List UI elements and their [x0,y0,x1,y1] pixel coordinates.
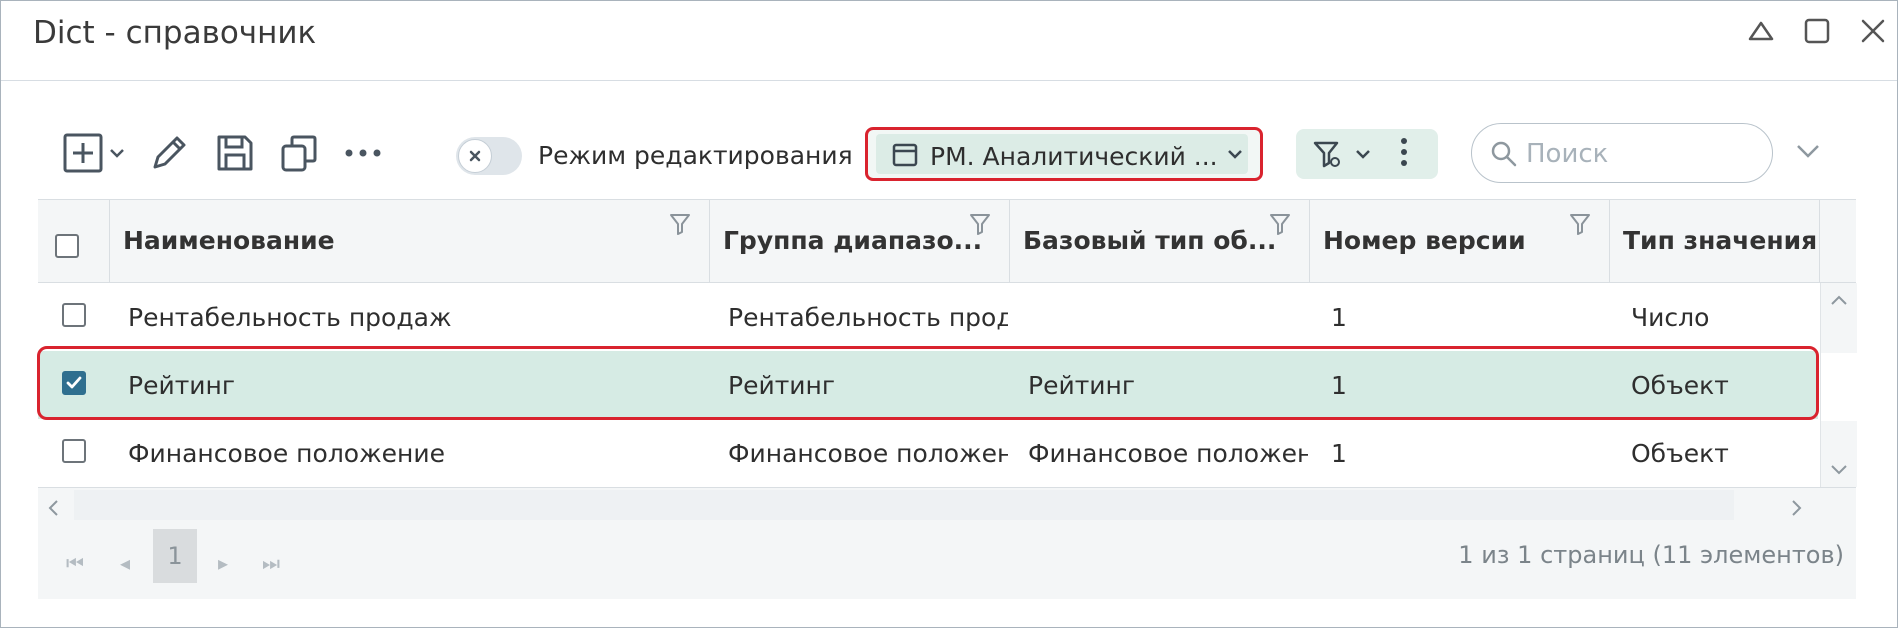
row-checkbox[interactable] [62,371,86,395]
cell-version: 1 [1331,371,1347,400]
edit-mode-label: Режим редактирования [538,141,853,170]
cell-base-type: Рейтинг [1028,371,1135,400]
horizontal-scroll-thumb[interactable] [74,490,1734,520]
collapse-icon[interactable] [1741,11,1781,51]
column-header-label: Группа диапазо... [723,226,983,255]
row-checkbox[interactable] [62,303,86,327]
grid-body: Рентабельность продаж Рентабельность про… [38,283,1818,487]
checkmark-icon [66,376,82,389]
vertical-scroll-thumb[interactable] [1821,353,1857,421]
select-all-cell [38,200,110,282]
table-row[interactable]: Рейтинг Рейтинг Рейтинг 1 Объект [38,351,1818,419]
cell-name: Финансовое положение [128,439,445,468]
column-filter-icon[interactable] [1269,212,1291,240]
data-grid: Наименование Группа диапазо... Базовый т… [37,199,1857,599]
kebab-menu-icon[interactable] [1400,137,1420,171]
edit-icon[interactable] [147,131,191,175]
cell-value-type: Объект [1631,439,1729,468]
view-selector-body: РМ. Аналитический ... [876,134,1248,174]
cell-name: Рейтинг [128,371,235,400]
column-header-base-type[interactable]: Базовый тип об... [1010,200,1310,282]
prev-page-icon[interactable]: ◂ [120,551,130,575]
select-all-checkbox[interactable] [55,234,79,258]
view-selector-label: РМ. Аналитический ... [930,142,1218,171]
next-page-icon[interactable]: ▸ [218,551,228,575]
chevron-down-icon[interactable] [107,131,127,175]
column-header-value-type[interactable]: Тип значения [1610,200,1820,282]
edit-mode-toggle[interactable] [456,137,522,175]
cell-value-type: Число [1631,303,1710,332]
column-filter-icon[interactable] [1569,212,1591,240]
search-box [1471,123,1773,183]
cell-range-group: Финансовое положение [728,439,1008,468]
window-view-icon [892,143,918,167]
search-icon [1491,141,1517,167]
filter-settings-icon[interactable] [1312,139,1342,169]
column-filter-icon[interactable] [969,212,991,240]
pager: ⏮ ◂ 1 ▸ ⏭ 1 из 1 страниц (11 элементов) [38,523,1856,599]
copy-icon[interactable] [277,131,321,175]
last-page-icon[interactable]: ⏭ [262,551,280,575]
scroll-left-icon[interactable] [46,498,60,518]
chevron-down-icon [1228,150,1242,159]
dictionary-window: Dict - справочник Режим редактирования Р… [0,0,1898,628]
cell-name: Рентабельность продаж [128,303,452,332]
add-icon[interactable] [61,131,105,175]
window-title: Dict - справочник [33,15,317,51]
column-header-version[interactable]: Номер версии [1310,200,1610,282]
toolbar: Режим редактирования РМ. Аналитический .… [1,119,1897,195]
table-row[interactable]: Финансовое положение Финансовое положени… [38,419,1818,487]
column-header-label: Номер версии [1323,226,1526,255]
column-header-label: Наименование [123,226,335,255]
column-header-name[interactable]: Наименование [110,200,710,282]
title-bar: Dict - справочник [1,1,1897,81]
view-selector-dropdown[interactable]: РМ. Аналитический ... [865,127,1263,181]
column-filter-icon[interactable] [669,212,691,240]
horizontal-scrollbar[interactable] [38,487,1856,524]
table-row[interactable]: Рентабельность продаж Рентабельность про… [38,283,1818,351]
expand-chevron-icon[interactable] [1795,143,1825,167]
first-page-icon[interactable]: ⏮ [66,551,84,575]
cell-base-type: Финансовое положение [1028,439,1308,468]
filter-settings-group [1296,129,1438,179]
chevron-down-icon[interactable] [1354,145,1374,165]
column-header-label: Базовый тип об... [1023,226,1277,255]
scroll-right-icon[interactable] [1790,498,1804,518]
grid-header: Наименование Группа диапазо... Базовый т… [38,199,1856,283]
pager-info: 1 из 1 страниц (11 элементов) [1458,541,1844,569]
cell-version: 1 [1331,439,1347,468]
row-checkbox[interactable] [62,439,86,463]
more-icon[interactable] [343,131,383,175]
save-icon[interactable] [213,131,257,175]
column-header-label: Тип значения [1623,226,1818,255]
column-header-range-group[interactable]: Группа диапазо... [710,200,1010,282]
scroll-up-icon[interactable] [1829,293,1849,307]
scroll-down-icon[interactable] [1829,463,1849,477]
cell-range-group: Рейтинг [728,371,835,400]
maximize-icon[interactable] [1797,11,1837,51]
vertical-scrollbar[interactable] [1820,283,1857,487]
current-page-button[interactable]: 1 [153,529,197,583]
cell-value-type: Объект [1631,371,1729,400]
toggle-off-icon [458,139,492,173]
close-icon[interactable] [1853,11,1893,51]
search-input[interactable] [1524,136,1758,172]
cell-range-group: Рентабельность продаж [728,303,1008,332]
cell-version: 1 [1331,303,1347,332]
